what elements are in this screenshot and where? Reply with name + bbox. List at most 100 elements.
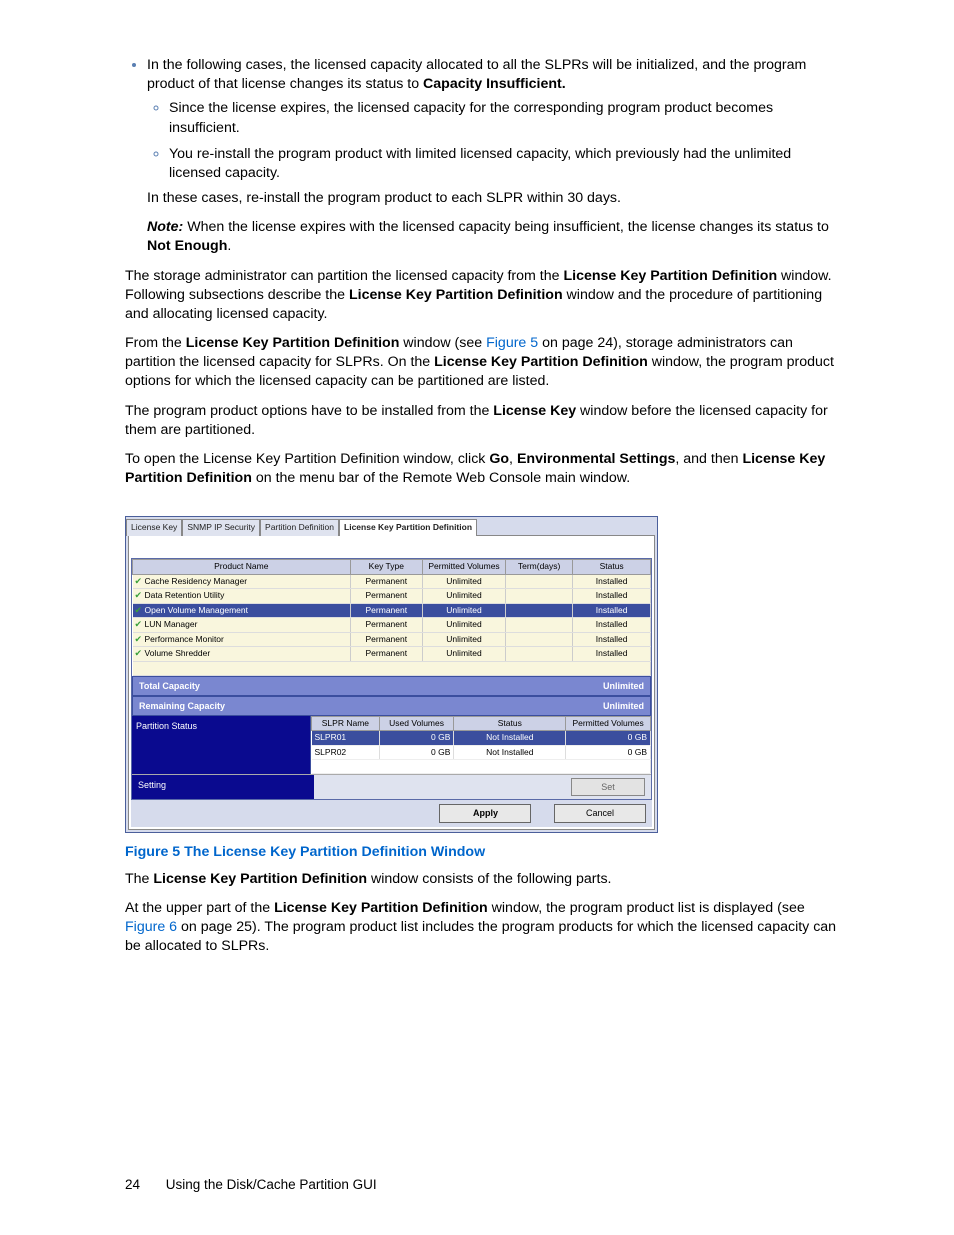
paragraph: The storage administrator can partition … bbox=[125, 267, 844, 325]
check-icon bbox=[135, 590, 143, 598]
page-number: 24 bbox=[125, 1177, 140, 1192]
window-license-key-partition-definition: License KeySNMP IP SecurityPartition Def… bbox=[125, 516, 658, 832]
col-used-volumes[interactable]: Used Volumes bbox=[379, 716, 454, 730]
text: To open the License Key Partition Defini… bbox=[125, 451, 489, 467]
paragraph: The program product options have to be i… bbox=[125, 402, 844, 440]
cell-product-name: Cache Residency Manager bbox=[145, 576, 248, 586]
text: When the license expires with the licens… bbox=[183, 219, 829, 235]
col-permitted-volumes[interactable]: Permitted Volumes bbox=[566, 716, 651, 730]
label: Total Capacity bbox=[139, 680, 200, 692]
bullet-list-l1: In the following cases, the licensed cap… bbox=[125, 55, 844, 257]
text-bold: Go bbox=[489, 451, 509, 467]
page-footer: 24 Using the Disk/Cache Partition GUI bbox=[125, 1176, 844, 1194]
table-row[interactable]: Cache Residency ManagerPermanentUnlimite… bbox=[133, 574, 651, 588]
table-row[interactable]: Data Retention UtilityPermanentUnlimited… bbox=[133, 589, 651, 603]
check-icon bbox=[135, 634, 143, 642]
paragraph: To open the License Key Partition Defini… bbox=[125, 450, 844, 488]
text: , bbox=[509, 451, 517, 467]
partition-status-panel: Partition Status SLPR Name Used Volumes … bbox=[132, 716, 651, 774]
cell-product-name: Data Retention Utility bbox=[145, 590, 225, 600]
paragraph: The License Key Partition Definition win… bbox=[125, 870, 844, 889]
text-bold: License Key Partition Definition bbox=[274, 900, 488, 916]
cell-product-name: LUN Manager bbox=[145, 619, 198, 629]
panel: Product Name Key Type Permitted Volumes … bbox=[131, 558, 652, 800]
note-label: Note: bbox=[147, 219, 183, 235]
text-bold: License Key Partition Definition bbox=[434, 354, 648, 370]
footer-section: Using the Disk/Cache Partition GUI bbox=[166, 1177, 377, 1192]
text-bold: License Key Partition Definition bbox=[563, 268, 777, 284]
table-row[interactable]: SLPR010 GBNot Installed0 GB bbox=[312, 731, 651, 745]
text-bold: Environmental Settings bbox=[517, 451, 675, 467]
figure-screenshot: License KeySNMP IP SecurityPartition Def… bbox=[125, 516, 844, 832]
value: Unlimited bbox=[603, 680, 644, 692]
tab-snmp-ip-security[interactable]: SNMP IP Security bbox=[182, 519, 260, 535]
bullet-list-l2: Since the license expires, the licensed … bbox=[147, 98, 844, 183]
apply-button[interactable]: Apply bbox=[439, 804, 531, 822]
text: From the bbox=[125, 335, 186, 351]
col-status[interactable]: Status bbox=[573, 560, 651, 574]
text-bold: Capacity Insufficient. bbox=[423, 76, 566, 92]
text: window, the program product list is disp… bbox=[488, 900, 805, 916]
table-header-row: SLPR Name Used Volumes Status Permitted … bbox=[312, 716, 651, 730]
col-key-type[interactable]: Key Type bbox=[350, 560, 423, 574]
text: window consists of the following parts. bbox=[367, 871, 611, 887]
check-icon bbox=[135, 619, 143, 627]
cell-product-name: Performance Monitor bbox=[145, 634, 224, 644]
set-button[interactable]: Set bbox=[571, 778, 645, 796]
text-bold: License Key Partition Definition bbox=[186, 335, 400, 351]
list-item: You re-install the program product with … bbox=[169, 144, 844, 183]
text: window (see bbox=[399, 335, 486, 351]
band-total-capacity: Total Capacity Unlimited bbox=[132, 676, 651, 696]
tab-bar: License KeySNMP IP SecurityPartition Def… bbox=[126, 517, 657, 535]
check-icon bbox=[135, 576, 143, 584]
partition-table: SLPR Name Used Volumes Status Permitted … bbox=[311, 716, 651, 774]
paragraph: At the upper part of the License Key Par… bbox=[125, 899, 844, 957]
text: At the upper part of the bbox=[125, 900, 274, 916]
col-slpr-name[interactable]: SLPR Name bbox=[312, 716, 380, 730]
paragraph: From the License Key Partition Definitio… bbox=[125, 334, 844, 392]
table-row[interactable]: Volume ShredderPermanentUnlimitedInstall… bbox=[133, 647, 651, 661]
text: The bbox=[125, 871, 153, 887]
text: on page 25). The program product list in… bbox=[125, 919, 836, 954]
table-row[interactable]: LUN ManagerPermanentUnlimitedInstalled bbox=[133, 618, 651, 632]
tab-partition-definition[interactable]: Partition Definition bbox=[260, 519, 339, 535]
check-icon bbox=[135, 605, 143, 613]
table-row[interactable]: Performance MonitorPermanentUnlimitedIns… bbox=[133, 632, 651, 646]
figure-link[interactable]: Figure 6 bbox=[125, 919, 177, 935]
tab-license-key[interactable]: License Key bbox=[126, 519, 182, 535]
list-item: In the following cases, the licensed cap… bbox=[147, 55, 844, 257]
text: The program product options have to be i… bbox=[125, 403, 493, 419]
text: , and then bbox=[675, 451, 742, 467]
band-remaining-capacity: Remaining Capacity Unlimited bbox=[132, 696, 651, 716]
col-status[interactable]: Status bbox=[454, 716, 566, 730]
label: Remaining Capacity bbox=[139, 700, 225, 712]
tab-license-key-partition-definition[interactable]: License Key Partition Definition bbox=[339, 519, 477, 535]
list-item: Since the license expires, the licensed … bbox=[169, 98, 844, 137]
setting-label: Setting bbox=[132, 775, 314, 799]
check-icon bbox=[135, 648, 143, 656]
col-term-days[interactable]: Term(days) bbox=[505, 560, 572, 574]
cell-product-name: Open Volume Management bbox=[145, 605, 248, 615]
setting-row: Setting Set bbox=[132, 774, 651, 799]
table-row[interactable]: SLPR020 GBNot Installed0 GB bbox=[312, 745, 651, 759]
cell-product-name: Volume Shredder bbox=[145, 648, 211, 658]
text: The storage administrator can partition … bbox=[125, 268, 563, 284]
table-row[interactable]: Open Volume ManagementPermanentUnlimited… bbox=[133, 603, 651, 617]
col-permitted-volumes[interactable]: Permitted Volumes bbox=[423, 560, 506, 574]
partition-status-label: Partition Status bbox=[132, 716, 311, 774]
product-table: Product Name Key Type Permitted Volumes … bbox=[132, 559, 651, 675]
text-bold: License Key bbox=[493, 403, 576, 419]
window-body: Product Name Key Type Permitted Volumes … bbox=[128, 535, 655, 829]
cancel-button[interactable]: Cancel bbox=[554, 804, 646, 822]
text-bold: Not Enough bbox=[147, 238, 227, 254]
bottom-button-bar: Apply Cancel bbox=[131, 800, 652, 826]
text-bold: License Key Partition Definition bbox=[349, 287, 563, 303]
note-paragraph: Note: When the license expires with the … bbox=[147, 218, 844, 256]
figure-caption: Figure 5 The License Key Partition Defin… bbox=[125, 843, 844, 862]
text: . bbox=[227, 238, 231, 254]
figure-link[interactable]: Figure 5 bbox=[486, 335, 538, 351]
col-product-name[interactable]: Product Name bbox=[133, 560, 351, 574]
table-header-row: Product Name Key Type Permitted Volumes … bbox=[133, 560, 651, 574]
value: Unlimited bbox=[603, 700, 644, 712]
text: on the menu bar of the Remote Web Consol… bbox=[252, 470, 630, 486]
